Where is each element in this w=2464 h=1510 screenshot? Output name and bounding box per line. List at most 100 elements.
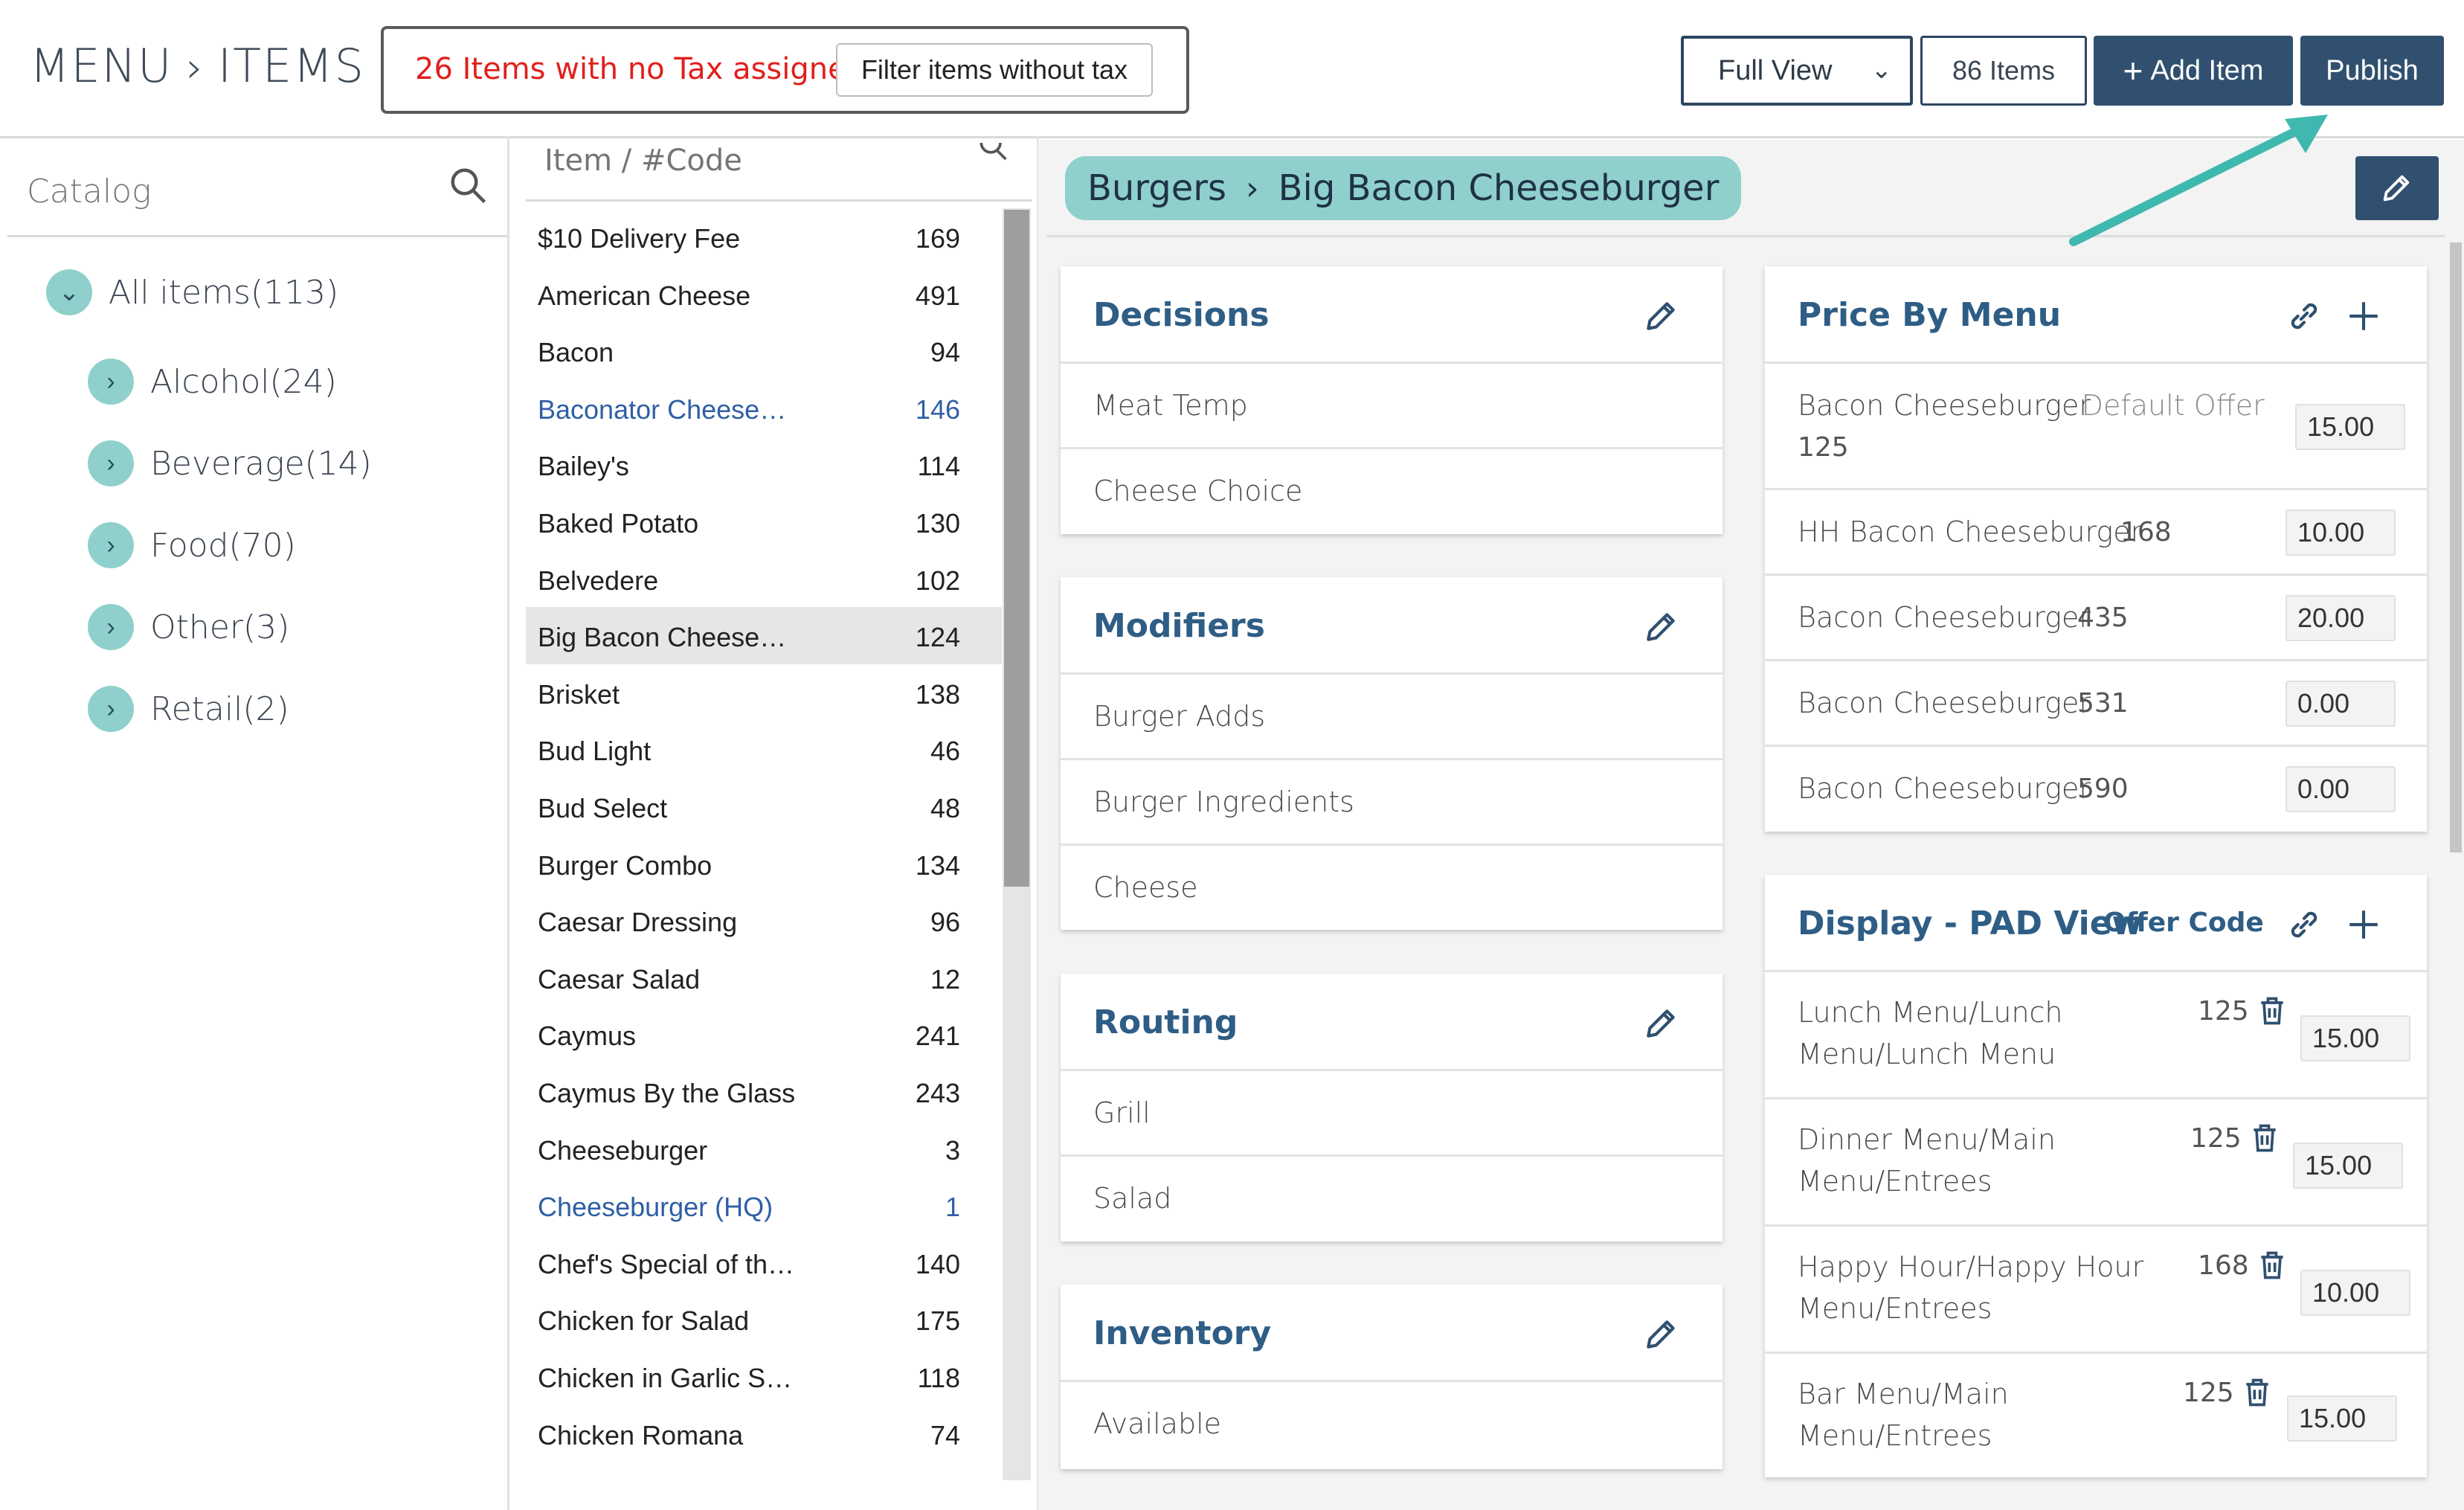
search-icon[interactable] xyxy=(448,165,488,205)
item-list-row[interactable]: Caymus 241 xyxy=(526,1006,1002,1063)
item-name: Caesar Dressing xyxy=(538,907,738,938)
items-count-button[interactable]: 86 Items xyxy=(1920,36,2087,106)
trash-icon[interactable] xyxy=(2256,1247,2288,1283)
catalog-category-label: Beverage(14) xyxy=(150,444,372,483)
item-list-row[interactable]: Cheeseburger 3 xyxy=(526,1120,1002,1178)
filter-without-tax-button[interactable]: Filter items without tax xyxy=(836,43,1153,97)
publish-button[interactable]: Publish xyxy=(2300,36,2444,106)
pad-price-input[interactable]: 15.00 xyxy=(2293,1143,2403,1189)
item-list-scroll-thumb[interactable] xyxy=(1004,210,1029,887)
pad-row[interactable]: Bar Menu/Main Menu/Entrees 125 15.00 xyxy=(1765,1352,2427,1479)
catalog-all-items-label: All items(113) xyxy=(109,273,339,312)
item-list-row[interactable]: Big Bacon Cheese… 124 xyxy=(526,607,1002,665)
chevron-right-icon[interactable]: › xyxy=(88,604,134,650)
view-select[interactable]: Full View ⌄ xyxy=(1681,36,1913,106)
price-input[interactable]: 20.00 xyxy=(2286,595,2396,641)
price-input[interactable]: 10.00 xyxy=(2286,510,2396,556)
decision-row[interactable]: Meat Temp xyxy=(1061,362,1722,449)
pad-offer-code: 125 xyxy=(2198,996,2249,1027)
pencil-icon[interactable] xyxy=(1642,298,1679,335)
routing-row[interactable]: Salad xyxy=(1061,1154,1722,1242)
item-list-row[interactable]: Baked Potato 130 xyxy=(526,493,1002,550)
item-list-row[interactable]: Bailey's 114 xyxy=(526,436,1002,493)
inventory-row[interactable]: Available xyxy=(1061,1380,1722,1470)
catalog-category-other[interactable]: › Other(3) xyxy=(88,604,289,650)
chevron-right-icon[interactable]: › xyxy=(88,686,134,732)
link-icon[interactable] xyxy=(2286,906,2323,943)
item-list-row[interactable]: American Cheese 491 xyxy=(526,266,1002,323)
pad-price-input[interactable]: 15.00 xyxy=(2287,1395,2397,1442)
catalog-category-retail[interactable]: › Retail(2) xyxy=(88,686,289,732)
item-code: 124 xyxy=(915,622,960,653)
item-code: 130 xyxy=(915,508,960,539)
pad-price-input[interactable]: 15.00 xyxy=(2300,1015,2410,1061)
chevron-down-icon[interactable]: ⌄ xyxy=(46,269,92,315)
edit-item-button[interactable] xyxy=(2355,156,2439,220)
breadcrumb-category[interactable]: Burgers xyxy=(1087,167,1226,209)
trash-icon[interactable] xyxy=(2241,1375,2274,1410)
detail-scrollbar[interactable] xyxy=(2450,242,2462,852)
item-list-row[interactable]: Burger Combo 134 xyxy=(526,835,1002,893)
plus-icon[interactable] xyxy=(2345,906,2382,943)
pad-row[interactable]: Lunch Menu/Lunch Menu/Lunch Menu 125 15.… xyxy=(1765,970,2427,1099)
plus-icon[interactable] xyxy=(2345,298,2382,335)
item-list-row[interactable]: Caymus By the Glass 243 xyxy=(526,1063,1002,1120)
item-list-row[interactable]: Caesar Salad 12 xyxy=(526,949,1002,1006)
item-list-row[interactable]: Cheeseburger (HQ) 1 xyxy=(526,1177,1002,1234)
add-item-button[interactable]: + Add Item xyxy=(2094,36,2293,106)
modifier-row[interactable]: Burger Ingredients xyxy=(1061,758,1722,846)
decision-row[interactable]: Cheese Choice xyxy=(1061,447,1722,535)
catalog-category-beverage[interactable]: › Beverage(14) xyxy=(88,440,372,486)
item-code: 1 xyxy=(945,1192,960,1223)
link-icon[interactable] xyxy=(2286,298,2323,335)
item-list-row[interactable]: Baconator Cheese… 146 xyxy=(526,379,1002,437)
item-list-row[interactable]: Chicken in Garlic S… 118 xyxy=(526,1348,1002,1405)
item-list-row[interactable]: Bud Select 48 xyxy=(526,778,1002,835)
catalog-all-items[interactable]: ⌄ All items(113) xyxy=(46,269,338,315)
catalog-category-alcohol[interactable]: › Alcohol(24) xyxy=(88,359,337,405)
price-row[interactable]: Bacon Cheeseburger 590 0.00 xyxy=(1765,745,2427,832)
pencil-icon[interactable] xyxy=(1642,1316,1679,1353)
item-code: 96 xyxy=(930,907,960,938)
price-row[interactable]: Bacon Cheeseburger - Default Offer 125 1… xyxy=(1765,362,2427,490)
routing-row[interactable]: Grill xyxy=(1061,1069,1722,1157)
modifier-row[interactable]: Cheese xyxy=(1061,844,1722,931)
item-list-row[interactable]: Belvedere 102 xyxy=(526,550,1002,608)
breadcrumb-menu[interactable]: MENU xyxy=(30,39,173,93)
price-row[interactable]: HH Bacon Cheeseburger 168 10.00 xyxy=(1765,488,2427,576)
item-list-row[interactable]: Chef's Special of th… 140 xyxy=(526,1234,1002,1291)
chevron-right-icon[interactable]: › xyxy=(88,359,134,405)
price-row[interactable]: Bacon Cheeseburger 435 20.00 xyxy=(1765,574,2427,661)
search-icon[interactable] xyxy=(976,140,1009,162)
trash-icon[interactable] xyxy=(2256,993,2288,1029)
catalog-category-label: Retail(2) xyxy=(150,690,289,728)
item-list-row[interactable]: Caesar Dressing 96 xyxy=(526,892,1002,949)
item-list-row[interactable]: Chicken for Salad 175 xyxy=(526,1291,1002,1348)
item-list-row[interactable]: Chicken Romana 74 xyxy=(526,1405,1002,1462)
catalog-category-food[interactable]: › Food(70) xyxy=(88,522,296,568)
item-list-row[interactable]: Bud Light 46 xyxy=(526,721,1002,778)
pencil-icon[interactable] xyxy=(1642,608,1679,646)
price-input[interactable]: 0.00 xyxy=(2286,766,2396,812)
pad-row[interactable]: Happy Hour/Happy Hour Menu/Entrees 168 1… xyxy=(1765,1224,2427,1354)
trash-icon[interactable] xyxy=(2248,1120,2281,1156)
modifier-row[interactable]: Burger Adds xyxy=(1061,672,1722,760)
pencil-icon[interactable] xyxy=(1642,1005,1679,1042)
item-list-row[interactable]: Bacon 94 xyxy=(526,322,1002,379)
chevron-right-icon[interactable]: › xyxy=(88,522,134,568)
price-input[interactable]: 0.00 xyxy=(2286,681,2396,727)
catalog-label: Catalog xyxy=(27,173,152,211)
item-name: Cheeseburger (HQ) xyxy=(538,1192,773,1223)
pad-offer-code: 168 xyxy=(2198,1250,2249,1281)
price-input[interactable]: 15.00 xyxy=(2295,404,2405,450)
price-row[interactable]: Bacon Cheeseburger 531 0.00 xyxy=(1765,659,2427,747)
item-list-row[interactable]: Brisket 138 xyxy=(526,664,1002,722)
item-search-input[interactable] xyxy=(530,140,946,181)
price-row-name: Bacon Cheeseburger xyxy=(1798,687,2091,719)
pad-row[interactable]: Dinner Menu/Main Menu/Entrees 125 15.00 xyxy=(1765,1097,2427,1227)
plus-icon: + xyxy=(2123,51,2143,90)
item-code: 46 xyxy=(930,736,960,767)
pad-price-input[interactable]: 10.00 xyxy=(2300,1270,2410,1316)
item-list-row[interactable]: $10 Delivery Fee 169 xyxy=(526,208,1002,266)
chevron-right-icon[interactable]: › xyxy=(88,440,134,486)
